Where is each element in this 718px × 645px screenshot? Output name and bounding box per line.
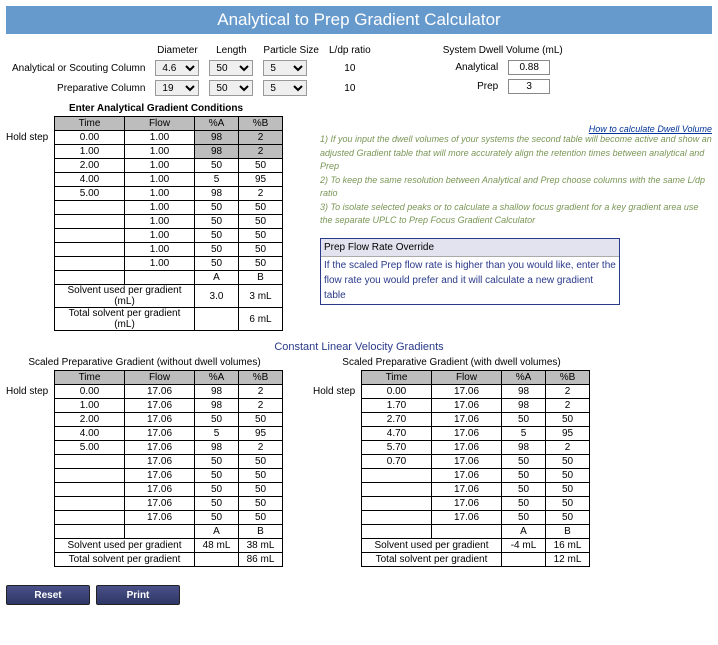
page-title: Analytical to Prep Gradient Calculator [6,6,712,34]
section-title: Constant Linear Velocity Gradients [6,341,712,353]
col-header: %A [195,371,239,385]
table-row: 4.7017.06595 [362,427,590,441]
scaled2-hold-step: Hold step [313,370,361,567]
hdr-ldp: L/dp ratio [325,44,375,57]
total-label: Total solvent per gradient [55,553,195,567]
scaled1-hold-step: Hold step [6,370,54,567]
col-header: %B [546,371,590,385]
dwell-analytical-input[interactable]: 0.88 [508,60,550,75]
col-header: %A [502,371,546,385]
scaled1-title: Scaled Preparative Gradient (without dwe… [6,357,283,368]
table-row: 1.005050 [55,201,283,215]
analytical-ldp-value: 10 [325,59,375,77]
analytical-diameter-select[interactable]: 4.6 [155,60,199,76]
ab-b: B [546,525,590,539]
hold-step-label: Hold step [6,116,54,331]
table-row: 17.065050 [55,455,283,469]
table-row: 1.005050 [55,243,283,257]
table-row: 0.0017.06982 [362,385,590,399]
override-head: Prep Flow Rate Override [321,239,619,257]
dwell-table: System Dwell Volume (mL) Analytical 0.88… [437,42,569,97]
note-3: 3) To isolate selected peaks or to calcu… [320,201,712,228]
analytical-particle-select[interactable]: 5 [263,60,307,76]
notes: 1) If you input the dwell volumes of you… [320,133,712,305]
ab-b: B [239,525,283,539]
col-header: Time [55,371,125,385]
solvent-label: Solvent used per gradient [362,539,502,553]
table-row: 17.065050 [362,469,590,483]
table-row: 0.001.00982 [55,131,283,145]
print-button[interactable]: Print [96,585,180,605]
table-row: 1.005050 [55,257,283,271]
col-header: %B [239,117,283,131]
table-row: 17.065050 [55,483,283,497]
dwell-analytical-label: Analytical [439,59,503,76]
prep-length-select[interactable]: 50 [209,80,253,96]
solvent-label: Solvent used per gradient [55,539,195,553]
col-header: Flow [432,371,502,385]
scaled2-grid: TimeFlow%A%B0.0017.069821.7017.069822.70… [361,370,590,567]
table-row: 5.7017.06982 [362,441,590,455]
col-header: Time [55,117,125,131]
total-label: Total solvent per gradient [362,553,502,567]
table-row: 1.0017.06982 [55,399,283,413]
ab-a: A [502,525,546,539]
analytical-length-select[interactable]: 50 [209,60,253,76]
table-row: 17.065050 [55,511,283,525]
col-header: Flow [125,371,195,385]
table-row: 17.065050 [362,511,590,525]
scaled1-grid: TimeFlow%A%B0.0017.069821.0017.069822.00… [54,370,283,567]
ab-b: B [239,271,283,285]
prep-ldp-value: 10 [325,79,375,97]
col-header: Flow [125,117,195,131]
table-row: 17.065050 [55,497,283,511]
table-row: 2.001.005050 [55,159,283,173]
table-row: 4.001.00595 [55,173,283,187]
table-row: 2.0017.065050 [55,413,283,427]
dwell-prep-input[interactable]: 3 [508,79,550,94]
ab-a: A [195,271,239,285]
table-row: 17.065050 [55,469,283,483]
table-row: 17.065050 [362,483,590,497]
table-row: 1.7017.06982 [362,399,590,413]
table-row: 4.0017.06595 [55,427,283,441]
override-box: Prep Flow Rate Override If the scaled Pr… [320,238,620,305]
table-row: 0.7017.065050 [362,455,590,469]
column-params-table: Diameter Length Particle Size L/dp ratio… [6,42,377,99]
row-analytical-label: Analytical or Scouting Column [8,59,149,77]
hdr-particle: Particle Size [259,44,323,57]
ab-a: A [195,525,239,539]
reset-button[interactable]: Reset [6,585,90,605]
dwell-prep-label: Prep [439,78,503,95]
scaled2-title: Scaled Preparative Gradient (with dwell … [313,357,590,368]
solvent-label: Solvent used per gradient (mL) [55,285,195,308]
hdr-length: Length [205,44,257,57]
prep-diameter-select[interactable]: 19 [155,80,199,96]
prep-particle-select[interactable]: 5 [263,80,307,96]
note-2: 2) To keep the same resolution between A… [320,174,712,201]
table-row: 5.0017.06982 [55,441,283,455]
table-row: 17.065050 [362,497,590,511]
conditions-grid: TimeFlow%A%B0.001.009821.001.009822.001.… [54,116,283,331]
col-header: %A [195,117,239,131]
dwell-title: System Dwell Volume (mL) [439,44,567,57]
table-row: 5.001.00982 [55,187,283,201]
table-row: 0.0017.06982 [55,385,283,399]
col-header: Time [362,371,432,385]
table-row: 1.005050 [55,215,283,229]
note-1: 1) If you input the dwell volumes of you… [320,133,712,174]
table-row: 2.7017.065050 [362,413,590,427]
table-row: 1.005050 [55,229,283,243]
table-row: 1.001.00982 [55,145,283,159]
row-prep-label: Preparative Column [8,79,149,97]
total-label: Total solvent per gradient (mL) [55,308,195,331]
conditions-title: Enter Analytical Gradient Conditions [6,103,306,114]
override-body: If the scaled Prep flow rate is higher t… [321,257,619,304]
hdr-diameter: Diameter [151,44,203,57]
col-header: %B [239,371,283,385]
